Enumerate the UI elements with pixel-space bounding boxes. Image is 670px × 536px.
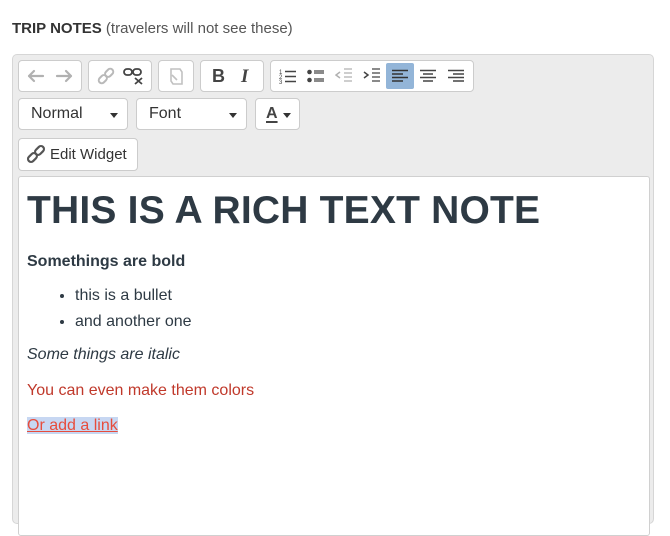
clear-format-button[interactable] [162, 63, 190, 89]
bullet-list-icon [307, 69, 324, 83]
toolbar-row-3: Edit Widget [18, 137, 138, 171]
section-title: TRIP NOTES [12, 20, 102, 37]
clear-format-group [158, 60, 194, 92]
bold-icon: B [212, 67, 225, 85]
unlink-icon [123, 68, 143, 85]
undo-icon [27, 69, 45, 83]
indent-icon [363, 68, 380, 82]
list-item: this is a bullet [75, 283, 641, 309]
history-group [18, 60, 82, 92]
editor-content[interactable]: THIS IS A RICH TEXT NOTE Somethings are … [18, 176, 650, 536]
format-select-value: Normal [31, 105, 83, 122]
paragraph-group: 123 [270, 60, 474, 92]
unlink-button[interactable] [120, 63, 148, 89]
ordered-list-icon: 123 [279, 70, 296, 84]
chevron-down-icon [283, 113, 291, 118]
outdent-icon [335, 68, 352, 82]
colored-text: You can even make them colors [27, 382, 255, 399]
text-style-group: B I [200, 60, 264, 92]
indent-button[interactable] [358, 63, 386, 89]
redo-icon [55, 69, 73, 83]
link-icon [26, 144, 46, 164]
section-subtitle: (travelers will not see these) [105, 20, 293, 37]
bullet-list: this is a bullet and another one [27, 283, 641, 335]
text-color-icon: A [266, 105, 278, 122]
undo-button[interactable] [22, 63, 50, 89]
italic-icon: I [240, 67, 249, 85]
bold-button[interactable]: B [204, 63, 232, 89]
edit-widget-button[interactable]: Edit Widget [18, 137, 138, 171]
align-left-button[interactable] [386, 63, 414, 89]
ordered-list-button[interactable]: 123 [274, 63, 302, 89]
chevron-down-icon [110, 113, 118, 118]
align-right-button[interactable] [442, 63, 470, 89]
list-item: and another one [75, 309, 641, 335]
redo-button[interactable] [50, 63, 78, 89]
align-center-button[interactable] [414, 63, 442, 89]
link-group [88, 60, 152, 92]
format-select[interactable]: Normal [18, 98, 128, 130]
content-link[interactable]: Or add a link [27, 417, 118, 434]
svg-text:B: B [212, 67, 225, 85]
edit-widget-label: Edit Widget [50, 145, 127, 163]
toolbar-row-1: B I 123 [18, 60, 480, 92]
align-center-icon [420, 69, 436, 82]
toolbar-row-2: Normal Font A [18, 98, 308, 130]
rich-text-editor: B I 123 Normal Font A Edit Widget THIS I… [12, 54, 654, 536]
bold-text: Somethings are bold [27, 253, 186, 270]
outdent-button[interactable] [330, 63, 358, 89]
svg-text:I: I [240, 67, 249, 85]
link-line: Or add a link [27, 417, 641, 435]
italic-button[interactable]: I [232, 63, 260, 89]
text-color-button[interactable]: A [255, 98, 300, 130]
content-heading: THIS IS A RICH TEXT NOTE [27, 189, 541, 232]
chevron-down-icon [229, 113, 237, 118]
align-left-icon [392, 69, 408, 82]
trip-notes-label: TRIP NOTES (travelers will not see these… [12, 20, 293, 37]
link-button[interactable] [92, 63, 120, 89]
align-right-icon [448, 69, 464, 82]
clear-format-icon [170, 68, 183, 85]
svg-text:3: 3 [279, 80, 283, 84]
link-icon [97, 67, 115, 85]
italic-text: Some things are italic [27, 346, 180, 363]
bullet-list-button[interactable] [302, 63, 330, 89]
font-select-value: Font [149, 105, 182, 122]
font-select[interactable]: Font [136, 98, 247, 130]
